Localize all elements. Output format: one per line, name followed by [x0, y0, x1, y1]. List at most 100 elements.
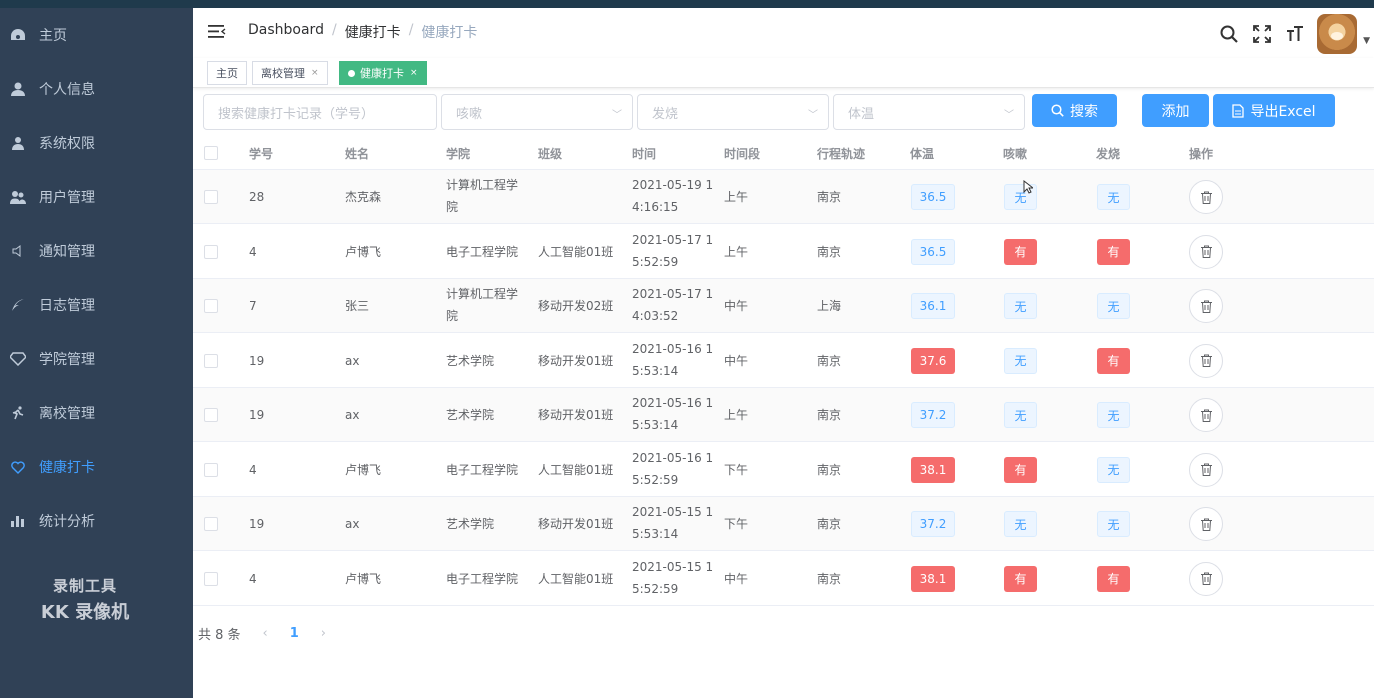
- search-icon: [1051, 104, 1064, 117]
- search-button[interactable]: 搜索: [1032, 94, 1117, 127]
- breadcrumb-parent[interactable]: 健康打卡: [345, 22, 401, 42]
- cell-student-id: 19: [249, 517, 265, 531]
- close-icon[interactable]: ×: [311, 68, 319, 78]
- cell-trip: 南京: [817, 408, 842, 422]
- table-row: 4 卢博飞 电子工程学院 人工智能01班 2021-05-15 1 5:52:59 中午 南京…: [193, 552, 1374, 606]
- chevron-down-icon: ﹀: [1004, 110, 1014, 121]
- row-checkbox[interactable]: [204, 190, 218, 204]
- row-checkbox[interactable]: [204, 353, 218, 368]
- row-checkbox[interactable]: [204, 299, 218, 313]
- cell-time: 2021-05-16 1: [632, 396, 714, 410]
- cell-time: 5:53:14: [632, 363, 679, 378]
- sidebar-item-health-checkin[interactable]: 健康打卡: [0, 440, 193, 494]
- row-checkbox[interactable]: [204, 408, 218, 422]
- breadcrumb: Dashboard / 健康打卡 / 健康打卡: [248, 22, 477, 42]
- cell-time: 2021-05-19 1: [632, 178, 714, 192]
- cell-trip: 上海: [817, 299, 842, 313]
- cell-time: 2021-05-15 1: [632, 505, 714, 519]
- cell-period: 中午: [724, 571, 749, 586]
- tag-home[interactable]: 主页: [207, 61, 247, 85]
- sidebar-item-statistics[interactable]: 统计分析: [0, 494, 193, 548]
- sidebar-item-label: 用户管理: [39, 190, 95, 206]
- column-header: 操作: [1189, 147, 1214, 161]
- delete-button[interactable]: [1189, 507, 1223, 541]
- cell-college: 电子工程学院: [446, 571, 519, 586]
- cell-name: 张三: [345, 299, 370, 313]
- cell-college: 计算机工程学: [446, 178, 519, 192]
- export-excel-button[interactable]: 导出Excel: [1213, 94, 1335, 127]
- column-header[interactable]: 姓名: [345, 145, 369, 162]
- column-header[interactable]: 学号: [249, 145, 273, 162]
- breadcrumb-separator: /: [408, 22, 414, 38]
- close-icon[interactable]: ×: [410, 68, 418, 78]
- row-checkbox[interactable]: [204, 244, 218, 259]
- table-row: 7 张三 计算机工程学院 移动开发02班 2021-05-17 1 4:03:52 中午 上海…: [193, 279, 1374, 333]
- fever-select[interactable]: 发烧 ﹀: [637, 94, 829, 130]
- next-page-button[interactable]: ›: [321, 626, 326, 641]
- tag-label: 主页: [216, 67, 238, 80]
- dashboard-icon: [10, 27, 26, 43]
- column-header[interactable]: 发烧: [1096, 145, 1120, 162]
- page-number[interactable]: 1: [290, 626, 299, 641]
- column-header[interactable]: 班级: [538, 145, 562, 162]
- breadcrumb-root[interactable]: Dashboard: [248, 22, 324, 42]
- column-header[interactable]: 时间: [632, 145, 656, 162]
- trash-icon: [1200, 245, 1212, 258]
- column-header[interactable]: 行程轨迹: [817, 145, 865, 162]
- cough-tag: 无: [1004, 347, 1037, 374]
- avatar[interactable]: [1317, 14, 1358, 54]
- tags-view: 主页 离校管理 × 健康打卡 ×: [193, 58, 1374, 88]
- temperature-tag: 37.6: [911, 347, 955, 374]
- sidebar-item-label: 系统权限: [39, 136, 95, 152]
- temperature-select[interactable]: 体温 ﹀: [833, 94, 1025, 130]
- sidebar-item-users[interactable]: 用户管理: [0, 170, 193, 224]
- row-checkbox[interactable]: [204, 517, 218, 531]
- hamburger-icon[interactable]: [208, 24, 226, 39]
- fullscreen-icon[interactable]: [1251, 23, 1273, 45]
- column-header[interactable]: 时间段: [724, 145, 760, 162]
- sidebar-item-logs[interactable]: 日志管理: [0, 278, 193, 332]
- delete-button[interactable]: [1189, 561, 1223, 596]
- add-button[interactable]: 添加: [1142, 94, 1209, 127]
- document-icon: [1232, 103, 1245, 118]
- cell-class: 移动开发02班: [538, 299, 614, 313]
- delete-button[interactable]: [1189, 343, 1223, 378]
- sidebar-item-profile[interactable]: 个人信息: [0, 62, 193, 116]
- cell-name: ax: [345, 353, 360, 368]
- fever-tag: 有: [1097, 565, 1130, 592]
- window-top-strip: [0, 0, 1374, 8]
- prev-page-button[interactable]: ‹: [263, 626, 268, 641]
- sidebar-item-label: 通知管理: [39, 244, 95, 260]
- sidebar-item-colleges[interactable]: 学院管理: [0, 332, 193, 386]
- row-checkbox[interactable]: [204, 571, 218, 586]
- cough-select[interactable]: 咳嗽 ﹀: [441, 94, 633, 130]
- sidebar-item-home[interactable]: 主页: [0, 8, 193, 62]
- cough-tag: 有: [1004, 238, 1037, 265]
- cough-tag: 有: [1004, 456, 1037, 483]
- search-input[interactable]: 搜索健康打卡记录（学号）: [203, 94, 437, 130]
- delete-button[interactable]: [1189, 452, 1223, 487]
- cell-time: 2021-05-16 1: [632, 341, 714, 356]
- sidebar-item-notices[interactable]: 通知管理: [0, 224, 193, 278]
- tag-health-checkin[interactable]: 健康打卡 ×: [339, 61, 427, 85]
- select-all-checkbox[interactable]: [204, 146, 218, 160]
- cough-tag: 无: [1004, 402, 1037, 428]
- delete-button[interactable]: [1189, 398, 1223, 432]
- delete-button[interactable]: [1189, 234, 1223, 269]
- chevron-down-icon[interactable]: ▼: [1363, 36, 1370, 46]
- text-size-icon[interactable]: [1284, 23, 1306, 45]
- row-checkbox[interactable]: [204, 462, 218, 477]
- delete-button[interactable]: [1189, 180, 1223, 214]
- cell-name: 卢博飞: [345, 244, 382, 259]
- sidebar-item-leave[interactable]: 离校管理: [0, 386, 193, 440]
- sidebar-item-permissions[interactable]: 系统权限: [0, 116, 193, 170]
- fever-tag: 无: [1097, 293, 1130, 319]
- tag-leave-management[interactable]: 离校管理 ×: [252, 61, 328, 85]
- column-header[interactable]: 体温: [910, 145, 934, 162]
- cell-student-id: 4: [249, 244, 257, 259]
- trash-icon: [1200, 409, 1212, 422]
- search-icon[interactable]: [1218, 23, 1240, 45]
- column-header[interactable]: 咳嗽: [1003, 145, 1027, 162]
- column-header[interactable]: 学院: [446, 145, 470, 162]
- delete-button[interactable]: [1189, 289, 1223, 323]
